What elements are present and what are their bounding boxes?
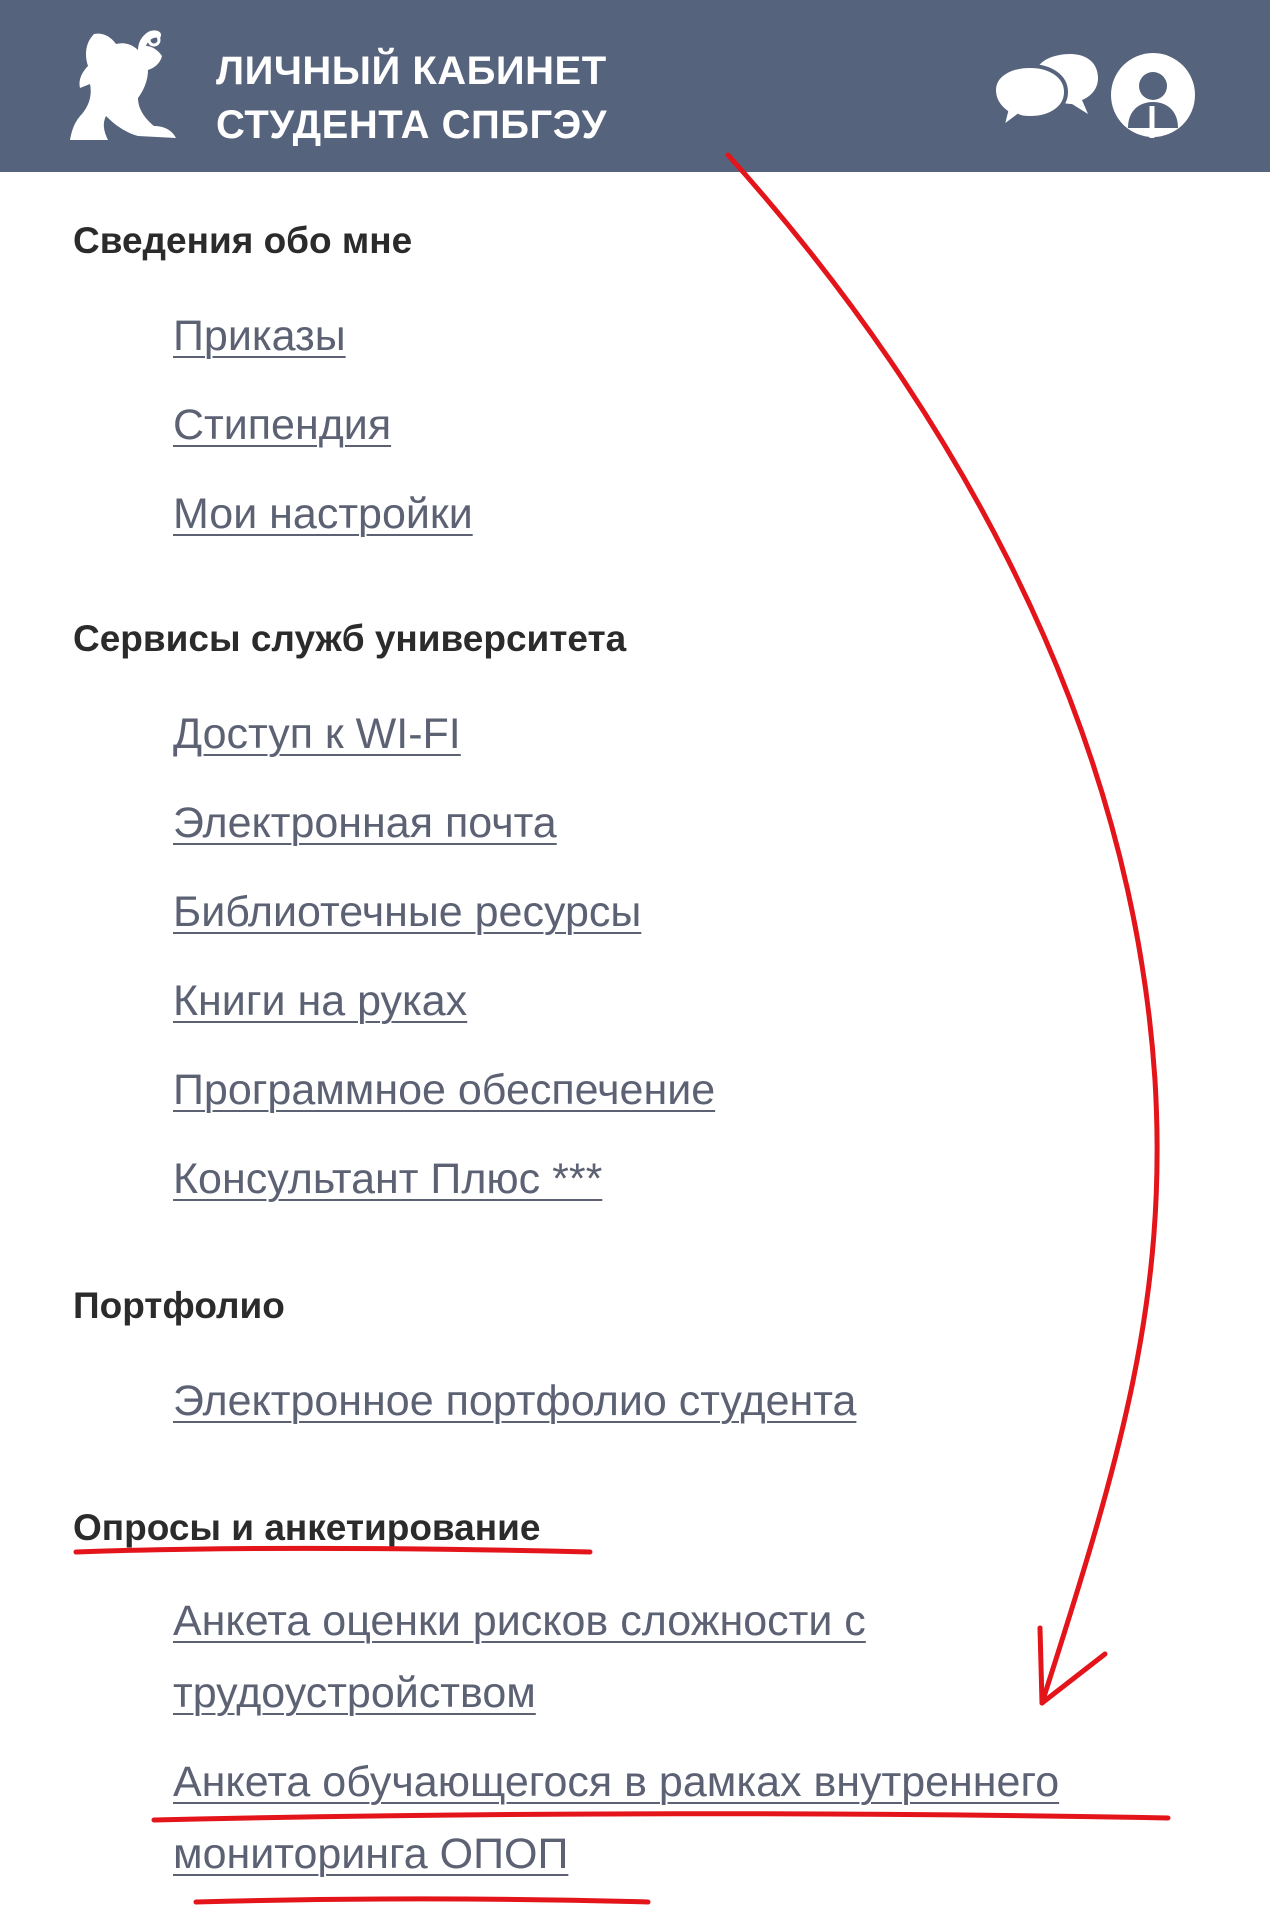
header-bar: ЛИЧНЫЙ КАБИНЕТ СТУДЕНТА СПБГЭУ xyxy=(0,0,1270,172)
header-title-line2: СТУДЕНТА СПБГЭУ xyxy=(216,103,608,147)
section-title-surveys: Опросы и анкетирование xyxy=(73,1507,541,1548)
section-title-portfolio: Портфолио xyxy=(73,1285,285,1326)
section-title-about-me: Сведения обо мне xyxy=(73,220,413,261)
link-software[interactable]: Программное обеспечение xyxy=(173,1066,715,1115)
link-student-monitoring-survey-line1: Анкета обучающегося в рамках внутреннего xyxy=(173,1758,1060,1806)
annotation-curved-arrow xyxy=(725,152,1160,1706)
link-scholarship[interactable]: Стипендия xyxy=(173,401,391,450)
header-title: ЛИЧНЫЙ КАБИНЕТ СТУДЕНТА СПБГЭУ xyxy=(216,44,607,152)
chat-bubbles-icon[interactable] xyxy=(990,52,1098,136)
link-employment-risk-survey[interactable]: Анкета оценки рисков сложности с трудоус… xyxy=(173,1585,866,1729)
link-student-portfolio[interactable]: Электронное портфолио студента xyxy=(173,1377,856,1426)
link-employment-risk-survey-line2: трудоустройством xyxy=(173,1669,536,1717)
section-title-university-services: Сервисы служб университета xyxy=(73,618,627,659)
user-profile-icon[interactable] xyxy=(1110,52,1196,138)
link-my-settings[interactable]: Мои настройки xyxy=(173,490,473,539)
page: ЛИЧНЫЙ КАБИНЕТ СТУДЕНТА СПБГЭУ Сведения … xyxy=(0,0,1270,1920)
link-employment-risk-survey-line1: Анкета оценки рисков сложности с xyxy=(173,1597,866,1645)
link-student-monitoring-survey[interactable]: Анкета обучающегося в рамках внутреннего… xyxy=(173,1746,1059,1890)
header-title-line1: ЛИЧНЫЙ КАБИНЕТ xyxy=(216,49,607,93)
link-student-monitoring-survey-line2: мониторинга ОПОП xyxy=(173,1830,569,1878)
annotation-arrowhead xyxy=(1037,1625,1108,1706)
annotation-underline-monitoring-line2 xyxy=(193,1896,651,1905)
link-wifi-access[interactable]: Доступ к WI-FI xyxy=(173,710,461,759)
link-library-resources[interactable]: Библиотечные ресурсы xyxy=(173,888,641,937)
link-email[interactable]: Электронная почта xyxy=(173,799,557,848)
griffin-logo-icon xyxy=(70,30,176,140)
link-orders[interactable]: Приказы xyxy=(173,312,346,361)
link-consultant-plus[interactable]: Консультант Плюс *** xyxy=(173,1155,602,1204)
link-books-on-hand[interactable]: Книги на руках xyxy=(173,977,467,1026)
